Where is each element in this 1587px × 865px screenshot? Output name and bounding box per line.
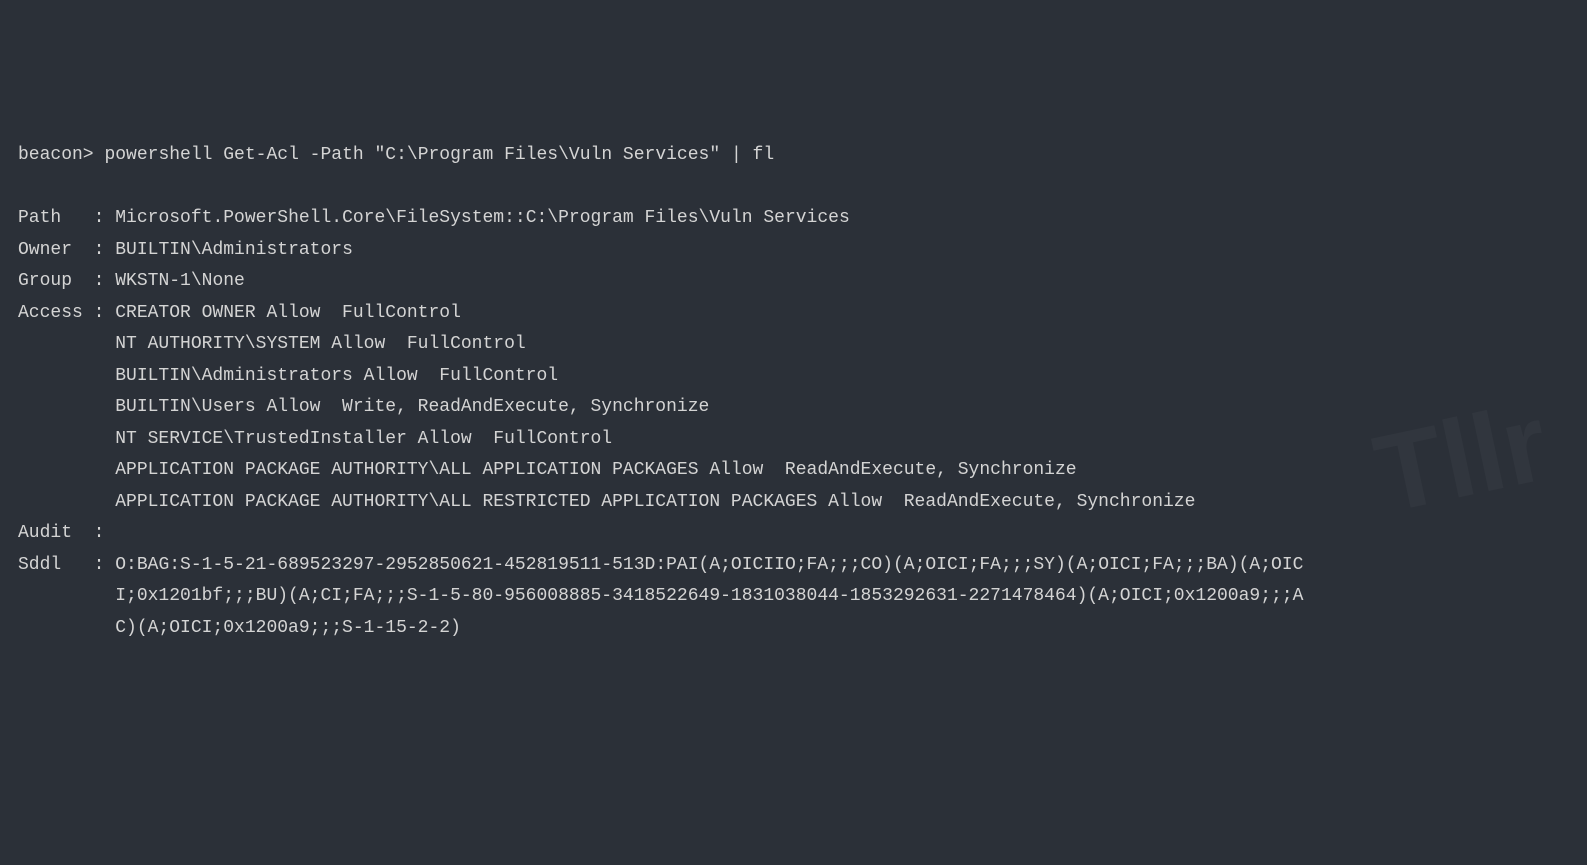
group-value: WKSTN-1\None (115, 271, 245, 291)
command-line: beacon> powershell Get-Acl -Path "C:\Pro… (18, 140, 1569, 172)
path-label: Path (18, 203, 61, 235)
access-value-6: APPLICATION PACKAGE AUTHORITY\ALL RESTRI… (115, 492, 1195, 512)
output-line-owner: Owner : BUILTIN\Administrators (18, 235, 1569, 267)
sddl-label: Sddl (18, 550, 61, 582)
command-text: powershell Get-Acl -Path "C:\Program Fil… (104, 145, 774, 165)
access-value-4: NT SERVICE\TrustedInstaller Allow FullCo… (115, 429, 612, 449)
owner-value: BUILTIN\Administrators (115, 240, 353, 260)
access-value-2: BUILTIN\Administrators Allow FullControl (115, 366, 558, 386)
output-line-access-2: BUILTIN\Administrators Allow FullControl (18, 361, 1569, 393)
prompt-text: beacon> (18, 145, 94, 165)
output-line-audit: Audit : (18, 518, 1569, 550)
audit-label: Audit (18, 518, 72, 550)
terminal-output[interactable]: beacon> powershell Get-Acl -Path "C:\Pro… (18, 140, 1569, 644)
sddl-value-2: C)(A;OICI;0x1200a9;;;S-1-15-2-2) (115, 618, 461, 638)
access-value-3: BUILTIN\Users Allow Write, ReadAndExecut… (115, 397, 709, 417)
sddl-value-0: O:BAG:S-1-5-21-689523297-2952850621-4528… (115, 555, 1303, 575)
output-line-access-0: Access : CREATOR OWNER Allow FullControl (18, 298, 1569, 330)
output-line-access-6: APPLICATION PACKAGE AUTHORITY\ALL RESTRI… (18, 487, 1569, 519)
output-line-sddl-0: Sddl : O:BAG:S-1-5-21-689523297-29528506… (18, 550, 1569, 582)
access-label: Access (18, 298, 83, 330)
path-value: Microsoft.PowerShell.Core\FileSystem::C:… (115, 208, 850, 228)
output-line-access-5: APPLICATION PACKAGE AUTHORITY\ALL APPLIC… (18, 455, 1569, 487)
output-line-access-1: NT AUTHORITY\SYSTEM Allow FullControl (18, 329, 1569, 361)
output-line-group: Group : WKSTN-1\None (18, 266, 1569, 298)
output-line-sddl-2: C)(A;OICI;0x1200a9;;;S-1-15-2-2) (18, 613, 1569, 645)
access-value-0: CREATOR OWNER Allow FullControl (115, 303, 461, 323)
output-line-access-3: BUILTIN\Users Allow Write, ReadAndExecut… (18, 392, 1569, 424)
owner-label: Owner (18, 235, 72, 267)
access-value-5: APPLICATION PACKAGE AUTHORITY\ALL APPLIC… (115, 460, 1076, 480)
group-label: Group (18, 266, 72, 298)
output-line-path: Path : Microsoft.PowerShell.Core\FileSys… (18, 203, 1569, 235)
output-line-sddl-1: I;0x1201bf;;;BU)(A;CI;FA;;;S-1-5-80-9560… (18, 581, 1569, 613)
access-value-1: NT AUTHORITY\SYSTEM Allow FullControl (115, 334, 525, 354)
output-line-access-4: NT SERVICE\TrustedInstaller Allow FullCo… (18, 424, 1569, 456)
sddl-value-1: I;0x1201bf;;;BU)(A;CI;FA;;;S-1-5-80-9560… (115, 586, 1303, 606)
